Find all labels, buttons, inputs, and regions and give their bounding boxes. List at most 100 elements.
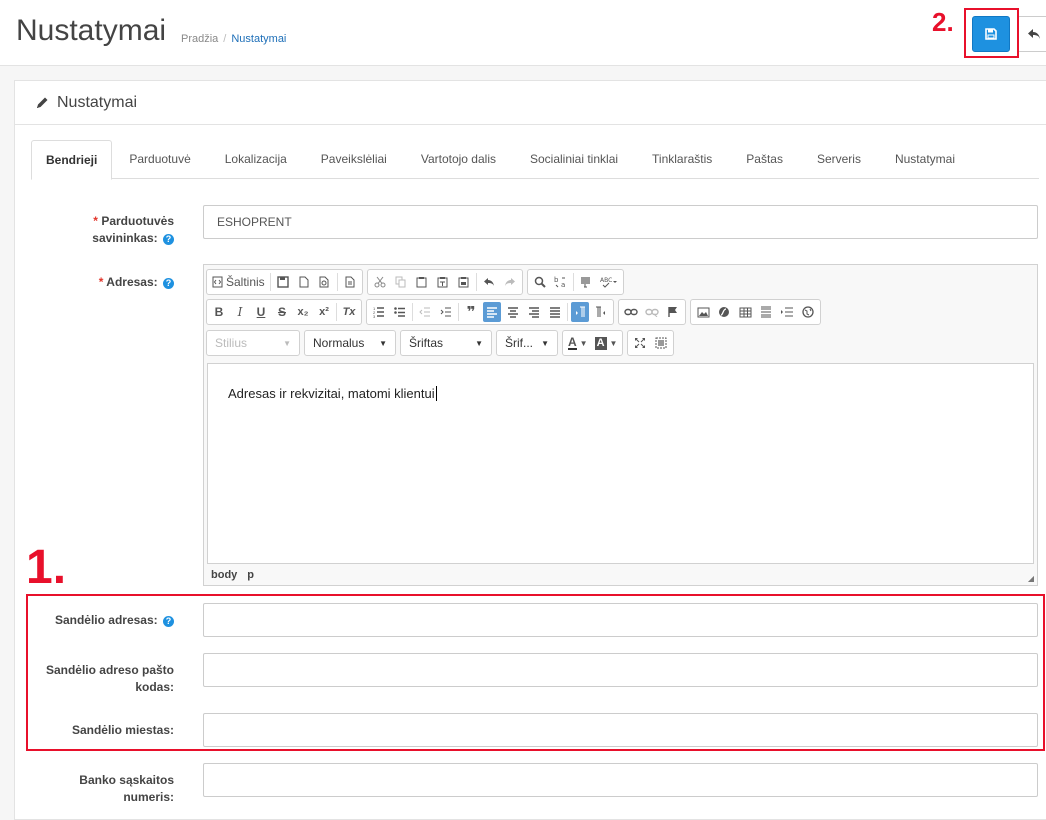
tab-pastas[interactable]: Paštas: [729, 140, 800, 179]
required-mark: *: [98, 275, 104, 289]
path-p[interactable]: p: [247, 569, 254, 581]
paste-word-icon[interactable]: [455, 272, 473, 292]
rtl-direction-icon[interactable]: [592, 302, 610, 322]
templates-icon[interactable]: [341, 272, 359, 292]
breadcrumb-home[interactable]: Pradžia: [181, 33, 218, 45]
address-editor: Šaltinis ba ABC B I U S x₂ x² Tx 1 2 3 ❞…: [203, 264, 1038, 586]
svg-text:a: a: [561, 281, 565, 288]
maximize-icon[interactable]: [631, 333, 649, 353]
chevron-down-icon: ▼: [609, 338, 618, 348]
bank-account-input[interactable]: [203, 763, 1038, 797]
tab-paveiksleliai[interactable]: Paveikslėliai: [304, 140, 404, 179]
font-size-combo[interactable]: Šrif... ▼: [496, 330, 558, 356]
tab-serveris[interactable]: Serveris: [800, 140, 878, 179]
warehouse-city-input[interactable]: [203, 713, 1038, 747]
replace-icon[interactable]: ba: [552, 272, 570, 292]
subscript-button[interactable]: x₂: [294, 302, 312, 322]
panel-heading: Nustatymai: [15, 81, 1046, 125]
strike-button[interactable]: S: [273, 302, 291, 322]
flash-icon[interactable]: [715, 302, 733, 322]
underline-button[interactable]: U: [252, 302, 270, 322]
tab-lokalizacija[interactable]: Lokalizacija: [208, 140, 304, 179]
toolbar-group-paragraph: 123 ❞: [366, 299, 614, 325]
preview-icon[interactable]: [316, 272, 334, 292]
page-break-icon[interactable]: [778, 302, 796, 322]
show-blocks-icon[interactable]: [652, 333, 670, 353]
new-page-icon[interactable]: [295, 272, 313, 292]
breadcrumb-current[interactable]: Nustatymai: [231, 33, 286, 45]
cut-icon[interactable]: [371, 272, 389, 292]
reply-arrow-icon: [1027, 28, 1041, 40]
required-mark: *: [93, 214, 98, 228]
bulleted-list-icon[interactable]: [391, 302, 409, 322]
italic-button[interactable]: I: [231, 302, 249, 322]
align-right-icon[interactable]: [525, 302, 543, 322]
help-icon[interactable]: ?: [163, 234, 174, 245]
source-icon: [212, 276, 223, 288]
outdent-icon[interactable]: [416, 302, 434, 322]
toolbar-group-links: [618, 299, 686, 325]
text-color-icon: A: [568, 335, 577, 350]
tab-socialiniai-tinklai[interactable]: Socialiniai tinklai: [513, 140, 635, 179]
image-icon[interactable]: [694, 302, 712, 322]
text-color-button[interactable]: A ▼: [566, 333, 590, 353]
bold-button[interactable]: B: [210, 302, 228, 322]
source-button[interactable]: Šaltinis: [210, 272, 267, 292]
redo-icon[interactable]: [501, 272, 519, 292]
page-header: Nustatymai Pradžia / Nustatymai: [0, 0, 1046, 66]
text-cursor: [435, 386, 437, 401]
address-label: * Adresas: ?: [14, 274, 174, 291]
horizontal-rule-icon[interactable]: [757, 302, 775, 322]
remove-format-button[interactable]: Tx: [340, 302, 358, 322]
tab-tinklarastis[interactable]: Tinklaraštis: [635, 140, 729, 179]
indent-icon[interactable]: [437, 302, 455, 322]
toolbar-group-find: ba ABC: [526, 269, 624, 295]
format-combo[interactable]: Normalus ▼: [304, 330, 396, 356]
align-center-icon[interactable]: [504, 302, 522, 322]
anchor-flag-icon[interactable]: [664, 302, 682, 322]
bg-color-button[interactable]: A ▼: [593, 333, 620, 353]
editor-content-area[interactable]: Adresas ir rekvizitai, matomi klientui: [207, 363, 1034, 564]
help-icon[interactable]: ?: [163, 616, 174, 627]
warehouse-address-input[interactable]: [203, 603, 1038, 637]
help-icon[interactable]: ?: [163, 278, 174, 289]
svg-text:b: b: [554, 276, 559, 284]
toolbar-group-insert: [690, 299, 821, 325]
undo-icon[interactable]: [480, 272, 498, 292]
save-doc-icon[interactable]: [274, 272, 292, 292]
back-button[interactable]: [1017, 16, 1046, 52]
path-body[interactable]: body: [211, 569, 237, 581]
warehouse-postcode-input[interactable]: [203, 653, 1038, 687]
align-justify-icon[interactable]: [546, 302, 564, 322]
paste-icon[interactable]: [413, 272, 431, 292]
resize-handle-icon[interactable]: ◢: [1028, 574, 1034, 583]
copy-icon[interactable]: [392, 272, 410, 292]
iframe-globe-icon[interactable]: [799, 302, 817, 322]
pencil-icon: [35, 96, 49, 110]
superscript-button[interactable]: x²: [315, 302, 333, 322]
blockquote-icon[interactable]: ❞: [462, 302, 480, 322]
tab-bendrieji[interactable]: Bendrieji: [31, 140, 113, 180]
select-all-icon[interactable]: [577, 272, 595, 292]
unlink-icon[interactable]: [643, 302, 661, 322]
bg-color-icon: A: [594, 336, 607, 350]
align-left-icon[interactable]: [483, 302, 501, 322]
editor-element-path: body p: [211, 569, 264, 581]
paste-text-icon[interactable]: [434, 272, 452, 292]
tab-vartotojo-dalis[interactable]: Vartotojo dalis: [404, 140, 513, 179]
chevron-down-icon: ▼: [283, 338, 291, 348]
ltr-direction-icon[interactable]: [571, 302, 589, 322]
spellcheck-icon[interactable]: ABC: [598, 272, 620, 292]
link-icon[interactable]: [622, 302, 640, 322]
toolbar-group-document: Šaltinis: [206, 269, 363, 295]
numbered-list-icon[interactable]: 123: [370, 302, 388, 322]
font-combo[interactable]: Šriftas ▼: [400, 330, 492, 356]
find-icon[interactable]: [531, 272, 549, 292]
owner-input[interactable]: ESHOPRENT: [203, 205, 1038, 239]
tab-parduotuve[interactable]: Parduotuvė: [112, 140, 207, 179]
tab-nustatymai[interactable]: Nustatymai: [878, 140, 972, 179]
style-combo[interactable]: Stilius ▼: [206, 330, 300, 356]
panel-heading-title: Nustatymai: [57, 93, 138, 111]
table-icon[interactable]: [736, 302, 754, 322]
editor-text[interactable]: Adresas ir rekvizitai, matomi klientui: [228, 386, 435, 401]
